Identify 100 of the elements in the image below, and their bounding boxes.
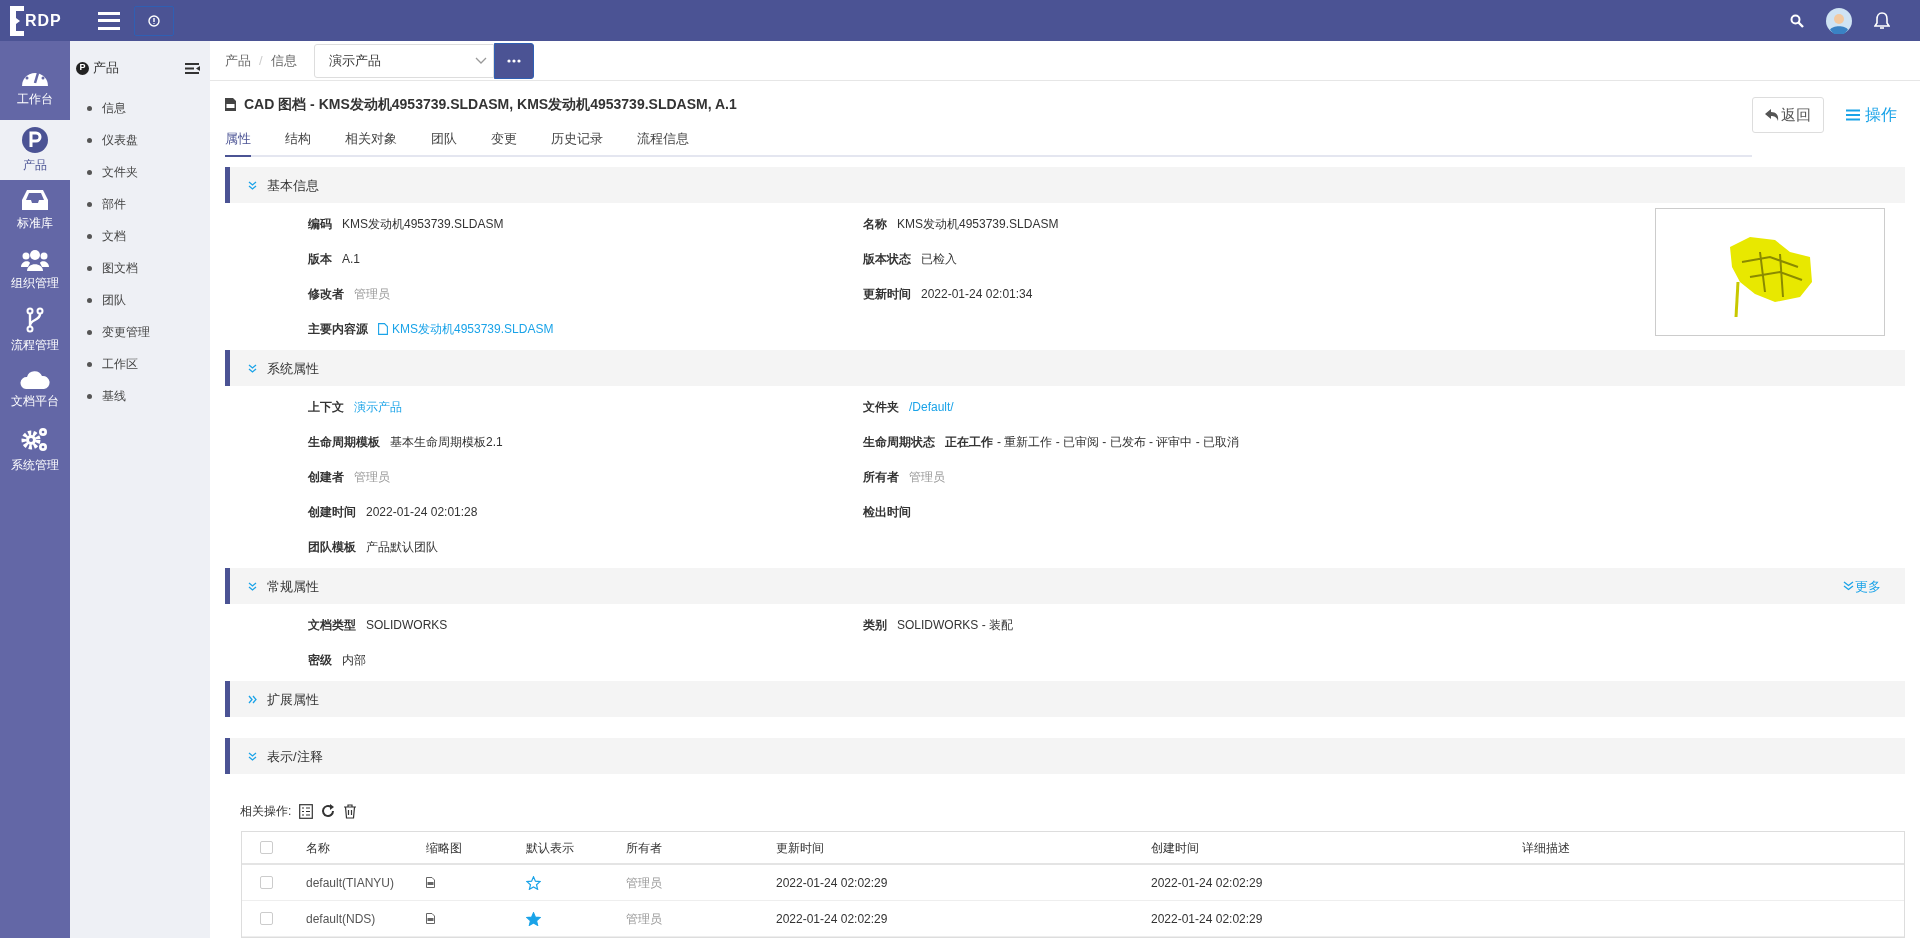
field-label: 所有者 bbox=[863, 468, 899, 486]
tab[interactable]: 流程信息 bbox=[637, 122, 689, 158]
nav-item[interactable]: 信息 bbox=[70, 92, 210, 124]
field-value: 管理员 bbox=[909, 468, 945, 486]
column-header[interactable]: 更新时间 bbox=[760, 838, 1135, 857]
field-label: 生命周期模板 bbox=[308, 433, 380, 451]
gears-icon bbox=[21, 426, 49, 453]
column-header[interactable]: 默认表示 bbox=[510, 838, 610, 857]
nav-item[interactable]: 团队 bbox=[70, 284, 210, 316]
tab[interactable]: 相关对象 bbox=[345, 122, 397, 158]
column-header[interactable]: 所有者 bbox=[610, 838, 760, 857]
rail-item[interactable]: 产品 bbox=[0, 120, 70, 180]
field-label: 名称 bbox=[863, 215, 887, 233]
gauge-icon bbox=[21, 72, 49, 87]
alert-button[interactable] bbox=[134, 5, 174, 36]
chevron-double-down-icon bbox=[1843, 581, 1854, 592]
cloud-icon bbox=[20, 370, 50, 389]
logo-icon bbox=[10, 5, 24, 36]
tab[interactable]: 变更 bbox=[491, 122, 517, 158]
field-label: 编码 bbox=[308, 215, 332, 233]
nav-item[interactable]: 基线 bbox=[70, 380, 210, 412]
branch-icon bbox=[26, 306, 44, 333]
table-cell-text: 2022-01-24 02:02:29 bbox=[1150, 874, 1264, 892]
table-cell-text: 2022-01-24 02:02:29 bbox=[1150, 910, 1264, 928]
breadcrumb-separator: / bbox=[259, 51, 263, 70]
field-label: 团队模板 bbox=[308, 538, 356, 556]
rail-item[interactable]: 系统管理 bbox=[0, 420, 70, 480]
menu-button[interactable] bbox=[98, 11, 120, 30]
section-header[interactable]: 表示/注释 bbox=[225, 738, 1905, 775]
refresh-icon[interactable] bbox=[321, 804, 336, 819]
chevron-double-down-icon bbox=[248, 581, 257, 591]
row-checkbox[interactable] bbox=[259, 876, 273, 889]
users-icon bbox=[21, 248, 49, 271]
column-header[interactable]: 名称 bbox=[290, 838, 410, 857]
field-value: 内部 bbox=[342, 651, 366, 669]
p-circle-icon bbox=[22, 126, 48, 153]
breadcrumb-item[interactable]: 信息 bbox=[270, 50, 297, 71]
rail-item[interactable]: 组织管理 bbox=[0, 240, 70, 300]
nav-item[interactable]: 变更管理 bbox=[70, 316, 210, 348]
nav-item[interactable]: 图文档 bbox=[70, 252, 210, 284]
back-button[interactable]: 返回 bbox=[1752, 97, 1824, 134]
bell-icon[interactable] bbox=[1874, 11, 1890, 30]
rail-item[interactable]: 工作台 bbox=[0, 60, 70, 120]
nav-item[interactable]: 工作区 bbox=[70, 348, 210, 380]
inbox-icon bbox=[22, 188, 48, 211]
field-label: 类别 bbox=[863, 616, 887, 634]
tab[interactable]: 结构 bbox=[285, 122, 311, 158]
column-header[interactable]: 创建时间 bbox=[1135, 838, 1506, 857]
field-value: 2022-01-24 02:01:34 bbox=[921, 285, 1033, 303]
section-header[interactable]: 系统属性 bbox=[225, 350, 1905, 387]
row-checkbox[interactable] bbox=[259, 912, 273, 925]
field-label: 密级 bbox=[308, 651, 332, 669]
product-select[interactable]: 演示产品 bbox=[313, 43, 494, 78]
field-label: 主要内容源 bbox=[308, 320, 368, 338]
field-value: 正在工作 - 重新工作 - 已审阅 - 已发布 - 评审中 - 已取消 bbox=[945, 433, 1239, 451]
tab[interactable]: 属性 bbox=[225, 122, 251, 158]
field-value: SOLIDWORKS bbox=[366, 616, 448, 634]
rail-item[interactable]: 标准库 bbox=[0, 180, 70, 240]
trash-icon[interactable] bbox=[343, 803, 358, 819]
dots-icon bbox=[506, 58, 521, 63]
nav-title: 产品 bbox=[93, 59, 119, 78]
breadcrumb-item[interactable]: 产品 bbox=[225, 50, 251, 71]
nav-item[interactable]: 文档 bbox=[70, 220, 210, 252]
star-icon[interactable] bbox=[526, 911, 541, 926]
column-header[interactable]: 缩略图 bbox=[410, 838, 510, 857]
nav-item[interactable]: 部件 bbox=[70, 188, 210, 220]
section-header[interactable]: 基本信息 bbox=[225, 167, 1905, 204]
nav-item[interactable]: 仪表盘 bbox=[70, 124, 210, 156]
column-header[interactable]: 详细描述 bbox=[1506, 838, 1904, 857]
select-all-checkbox[interactable] bbox=[259, 841, 273, 854]
field-label: 修改者 bbox=[308, 285, 344, 303]
field-value: 产品默认团队 bbox=[366, 538, 438, 556]
tab[interactable]: 团队 bbox=[431, 122, 457, 158]
chevron-double-down-icon bbox=[248, 751, 257, 761]
chevron-double-right-icon bbox=[248, 694, 257, 704]
related-actions-label: 相关操作: bbox=[240, 803, 292, 821]
search-icon[interactable] bbox=[1790, 13, 1804, 28]
nav-item[interactable]: 文件夹 bbox=[70, 156, 210, 188]
rail-item[interactable]: 文档平台 bbox=[0, 360, 70, 420]
file-icon bbox=[378, 322, 388, 335]
logo: RDP bbox=[25, 10, 62, 31]
field-value: 已检入 bbox=[921, 250, 957, 268]
back-arrow-icon bbox=[1765, 109, 1779, 122]
field-label: 版本 bbox=[308, 250, 332, 268]
alert-icon bbox=[148, 14, 160, 27]
star-icon[interactable] bbox=[526, 875, 541, 890]
table-list-icon[interactable] bbox=[299, 803, 314, 819]
avatar-icon[interactable] bbox=[1826, 7, 1852, 34]
field-value: 基本生命周期模板2.1 bbox=[390, 433, 503, 451]
document-title: CAD 图档 - KMS发动机4953739.SLDASM, KMS发动机4953739.SLDASM, A.1 bbox=[244, 94, 737, 114]
field-label: 版本状态 bbox=[863, 250, 911, 268]
section-header[interactable]: 常规属性 更多 bbox=[225, 568, 1905, 605]
collapse-icon[interactable] bbox=[185, 62, 200, 74]
more-button[interactable] bbox=[493, 42, 534, 79]
section-header[interactable]: 扩展属性 bbox=[225, 681, 1905, 718]
tab[interactable]: 历史记录 bbox=[551, 122, 603, 158]
cad-file-icon bbox=[426, 877, 435, 888]
field-value: 管理员 bbox=[354, 468, 390, 486]
field-label: 文档类型 bbox=[308, 616, 356, 634]
rail-item[interactable]: 流程管理 bbox=[0, 300, 70, 360]
